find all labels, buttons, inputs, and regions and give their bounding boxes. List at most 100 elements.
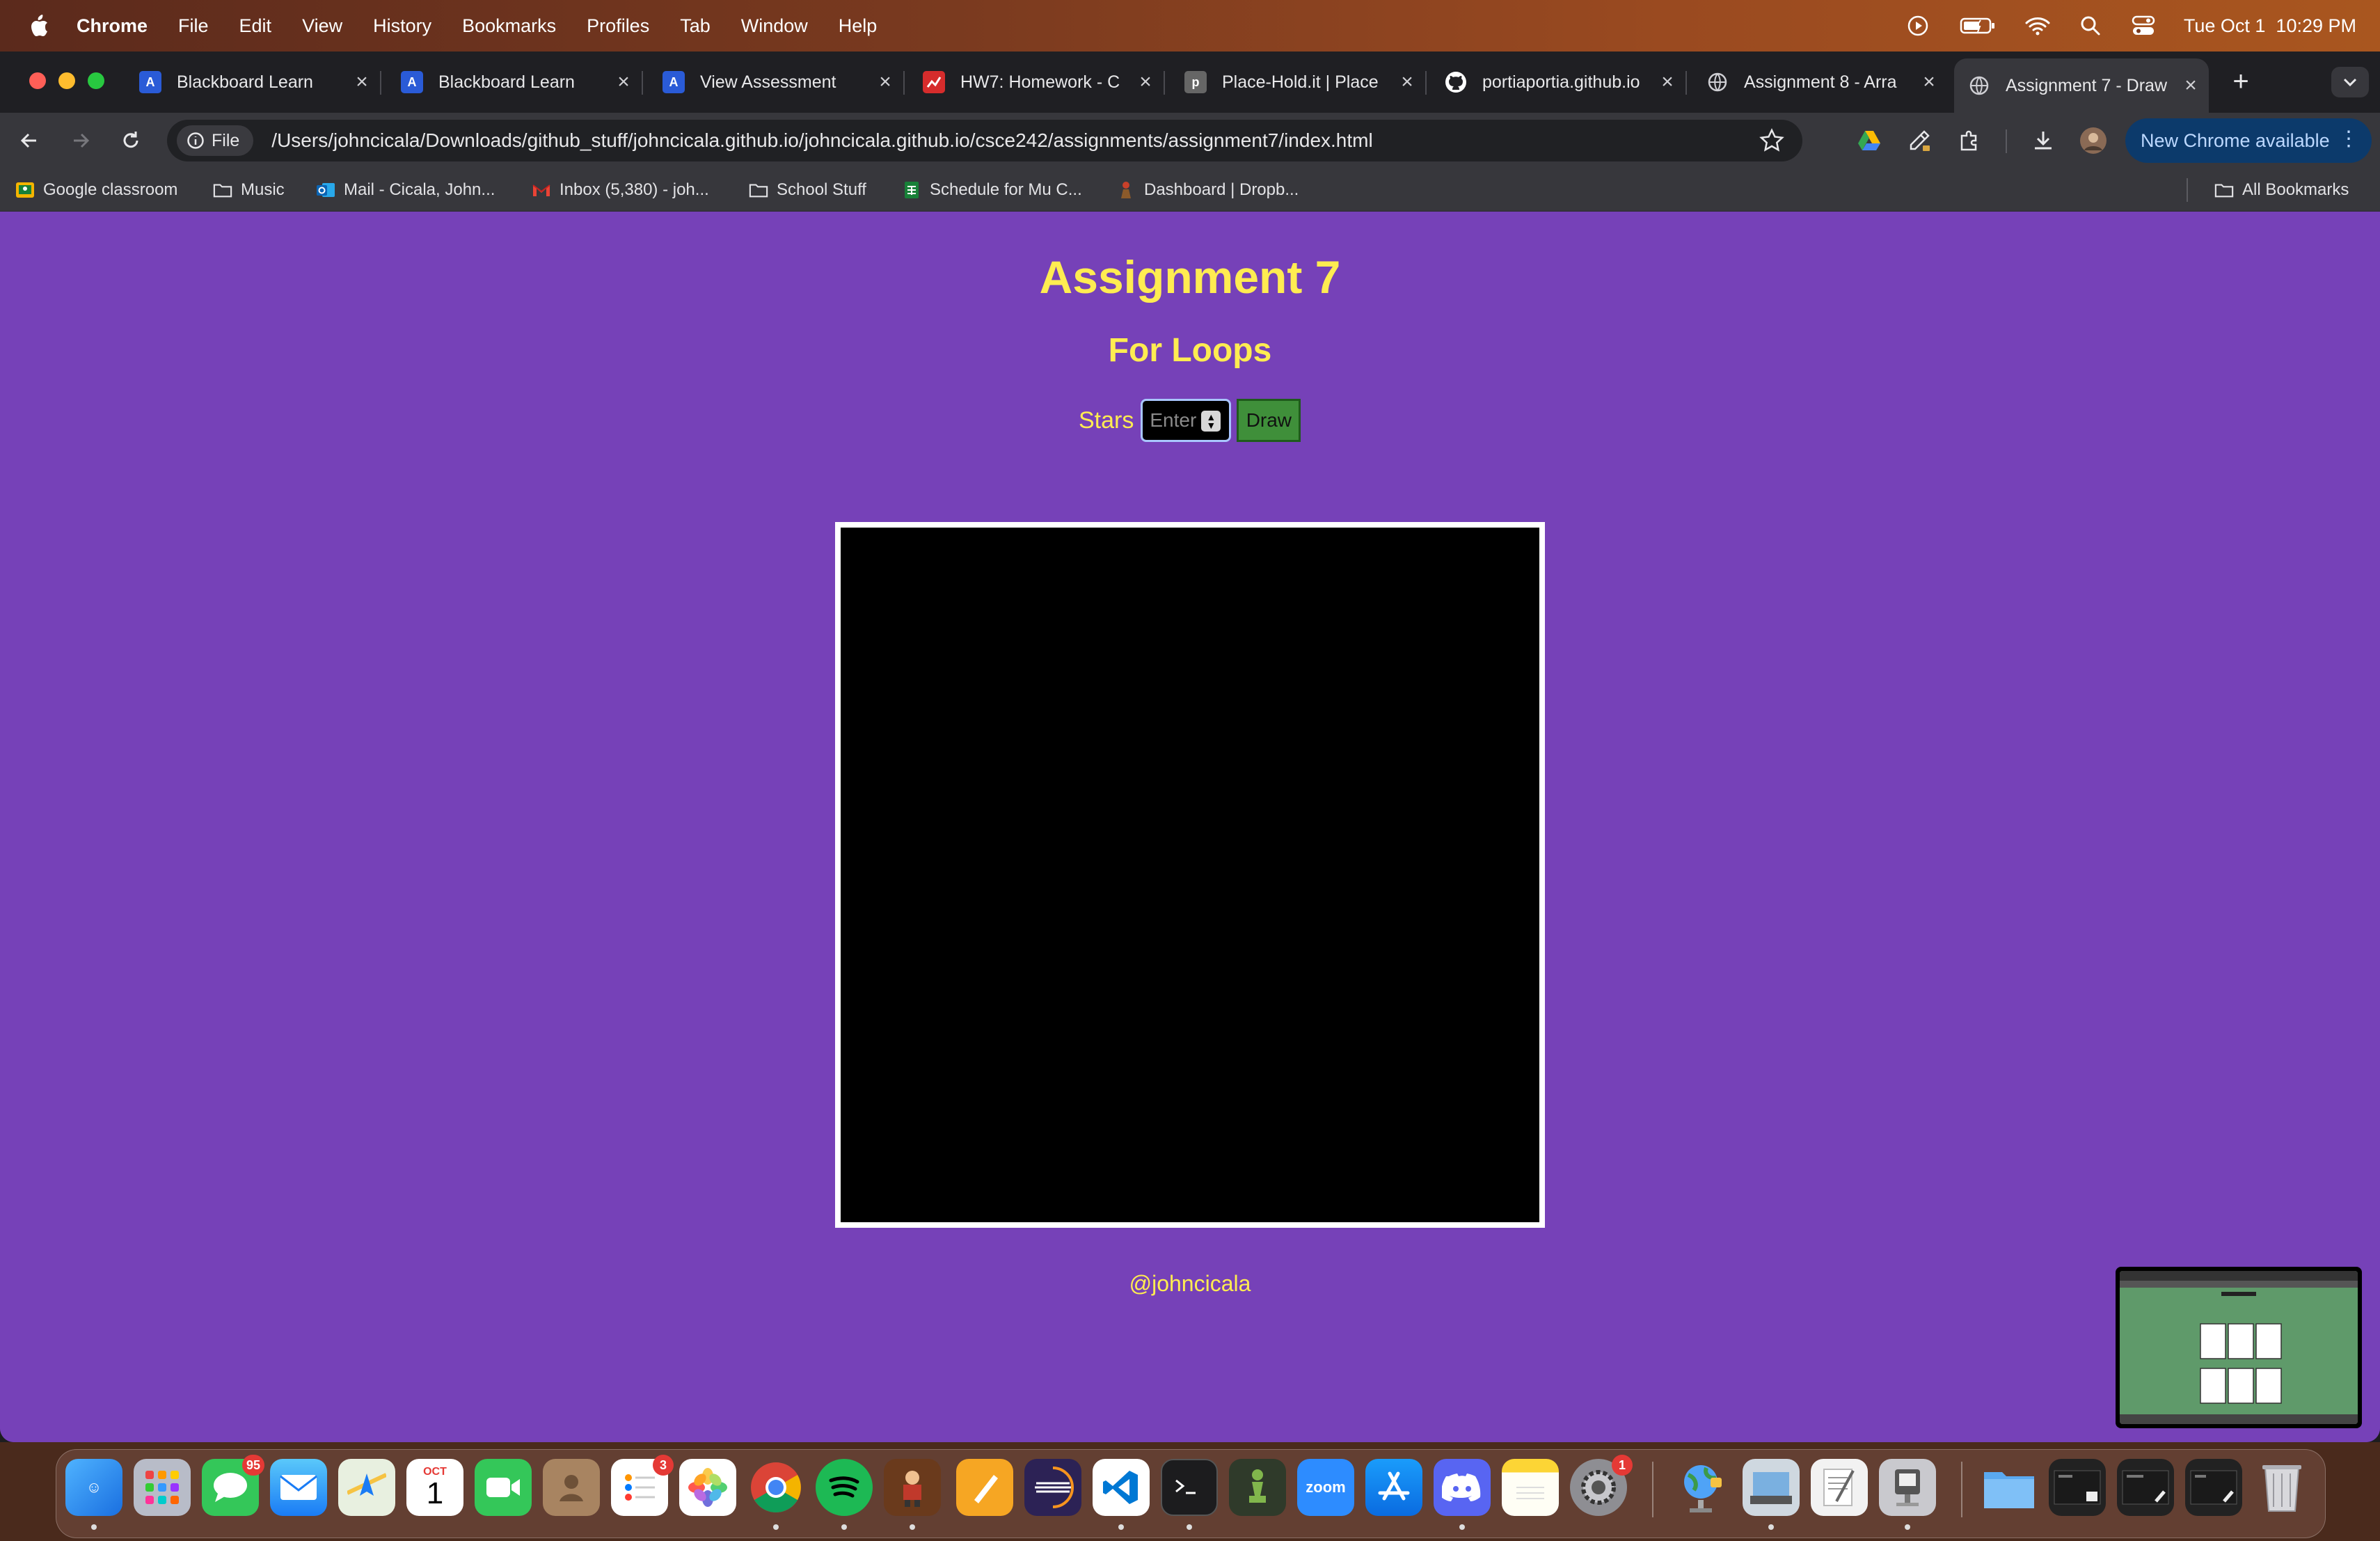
facetime-icon[interactable] [475, 1459, 532, 1516]
bookmark-folder-school-stuff[interactable]: School Stuff [749, 168, 866, 212]
downloads-icon[interactable] [2028, 125, 2058, 156]
finder-icon[interactable]: ☺ [65, 1459, 122, 1516]
discord-icon[interactable] [1434, 1459, 1491, 1516]
stars-number-input[interactable]: Enter ▲ ▼ [1141, 399, 1232, 442]
bookmark-star-icon[interactable] [1759, 128, 1784, 158]
google-drive-icon[interactable] [1854, 125, 1885, 156]
close-tab-icon[interactable]: × [610, 70, 637, 94]
menu-view[interactable]: View [302, 15, 342, 37]
vscode-icon[interactable] [1093, 1459, 1150, 1516]
system-settings-icon[interactable]: 1 [1570, 1455, 1633, 1516]
close-tab-icon[interactable]: × [1132, 70, 1159, 94]
footer-handle[interactable]: @johncicala [0, 1271, 2380, 1297]
tab-portiaportia[interactable]: portiaportia.github.io × [1431, 58, 1687, 106]
update-label: New Chrome available [2141, 129, 2330, 151]
menu-bookmarks[interactable]: Bookmarks [462, 15, 556, 37]
bookmark-mail[interactable]: Mail - Cicala, John... [316, 168, 495, 212]
eclipse-icon[interactable] [1024, 1459, 1081, 1516]
messages-icon[interactable]: 95 [202, 1455, 264, 1516]
zoom-window-button[interactable] [88, 72, 104, 89]
notes-icon[interactable] [1502, 1459, 1559, 1516]
recent-window-icon[interactable] [2049, 1459, 2106, 1516]
close-tab-icon[interactable]: × [348, 70, 376, 94]
preview-icon[interactable] [1743, 1459, 1800, 1516]
forward-icon[interactable] [65, 125, 96, 156]
more-menu-icon[interactable]: ⋮ [2338, 127, 2359, 151]
battery-icon[interactable] [1958, 13, 1997, 38]
recent-window-icon[interactable] [2117, 1459, 2174, 1516]
menu-edit[interactable]: Edit [239, 15, 272, 37]
menu-history[interactable]: History [373, 15, 431, 37]
utility-app-icon[interactable] [1879, 1459, 1936, 1516]
draw-button[interactable]: Draw [1237, 399, 1301, 442]
close-tab-icon[interactable]: × [2177, 74, 2205, 97]
calendar-icon[interactable]: OCT 1 [406, 1459, 463, 1516]
close-tab-icon[interactable]: × [871, 70, 899, 94]
tab-place-hold[interactable]: p Place-Hold.it | Place × [1171, 58, 1427, 106]
extensions-puzzle-icon[interactable] [1954, 125, 1985, 156]
contacts-icon[interactable] [543, 1459, 600, 1516]
menu-file[interactable]: File [178, 15, 209, 37]
app-store-icon[interactable] [1365, 1459, 1422, 1516]
apple-menu-icon[interactable] [25, 12, 53, 40]
terminal-icon[interactable] [1161, 1459, 1218, 1516]
control-center-icon[interactable] [2131, 13, 2156, 38]
bookmark-inbox[interactable]: Inbox (5,380) - joh... [532, 168, 709, 212]
screenshot-thumbnail[interactable] [2116, 1267, 2362, 1428]
eyedropper-extension-icon[interactable] [1904, 125, 1935, 156]
tab-search-chevron-icon[interactable] [2331, 67, 2369, 97]
maps-icon[interactable] [338, 1459, 395, 1516]
tab-blackboard-2[interactable]: A Blackboard Learn × [387, 58, 643, 106]
new-chrome-available-button[interactable]: New Chrome available ⋮ [2125, 118, 2372, 163]
close-tab-icon[interactable]: × [1915, 70, 1943, 94]
bookmark-schedule[interactable]: Schedule for Mu C... [902, 168, 1082, 212]
profile-avatar[interactable] [2078, 125, 2109, 156]
menu-help[interactable]: Help [839, 15, 878, 37]
bookmark-dropbox[interactable]: Dashboard | Dropb... [1116, 168, 1299, 212]
spotlight-search-icon[interactable] [2078, 13, 2103, 38]
minimize-window-button[interactable] [58, 72, 75, 89]
pages-icon[interactable] [956, 1459, 1013, 1516]
tab-assignment-7-active[interactable]: Assignment 7 - Draw × [1954, 58, 2209, 113]
tab-view-assessment[interactable]: A View Assessment × [649, 58, 905, 106]
trash-icon[interactable] [2253, 1459, 2310, 1516]
game-character-icon[interactable] [884, 1459, 941, 1516]
reload-icon[interactable] [116, 125, 146, 156]
photos-icon[interactable] [679, 1459, 736, 1516]
reminders-icon[interactable]: 3 [611, 1455, 674, 1516]
back-icon[interactable] [14, 125, 45, 156]
folder-icon [213, 180, 232, 200]
mail-icon[interactable] [270, 1459, 327, 1516]
clock[interactable]: Tue Oct 1 10:29 PM [2184, 15, 2356, 37]
launchpad-icon[interactable] [134, 1459, 191, 1516]
bookmark-google-classroom[interactable]: Google classroom [15, 168, 177, 212]
chrome-dock-icon[interactable] [747, 1459, 804, 1516]
bookmark-folder-music[interactable]: Music [213, 168, 285, 212]
all-bookmarks-button[interactable]: All Bookmarks [2214, 168, 2349, 212]
spotify-icon[interactable] [816, 1459, 873, 1516]
menu-tab[interactable]: Tab [680, 15, 711, 37]
textedit-icon[interactable] [1811, 1459, 1868, 1516]
recent-window-icon[interactable] [2185, 1459, 2242, 1516]
downloads-folder-icon[interactable] [1981, 1459, 2038, 1516]
close-tab-icon[interactable]: × [1653, 70, 1681, 94]
url-text[interactable]: /Users/johncicala/Downloads/github_stuff… [271, 129, 1372, 152]
tab-blackboard-1[interactable]: A Blackboard Learn × [125, 58, 381, 106]
menu-window[interactable]: Window [741, 15, 808, 37]
new-tab-icon[interactable]: + [2223, 64, 2258, 99]
chess-icon[interactable] [1229, 1459, 1286, 1516]
zoom-icon[interactable]: zoom [1297, 1459, 1354, 1516]
site-info-chip[interactable]: File [177, 125, 254, 156]
tab-hw7[interactable]: HW7: Homework - C × [909, 58, 1165, 106]
menu-profiles[interactable]: Profiles [587, 15, 649, 37]
tab-assignment-8[interactable]: Assignment 8 - Arra × [1692, 58, 1947, 106]
network-globe-icon[interactable] [1674, 1459, 1731, 1516]
close-tab-icon[interactable]: × [1393, 70, 1421, 94]
play-status-icon[interactable] [1905, 13, 1930, 38]
wifi-icon[interactable] [2025, 13, 2050, 38]
menu-app-name[interactable]: Chrome [77, 15, 148, 37]
number-spinner-icon[interactable]: ▲ ▼ [1201, 411, 1221, 432]
close-window-button[interactable] [29, 72, 46, 89]
stars-label: Stars [1079, 406, 1134, 434]
address-bar[interactable]: File /Users/johncicala/Downloads/github_… [167, 120, 1802, 161]
